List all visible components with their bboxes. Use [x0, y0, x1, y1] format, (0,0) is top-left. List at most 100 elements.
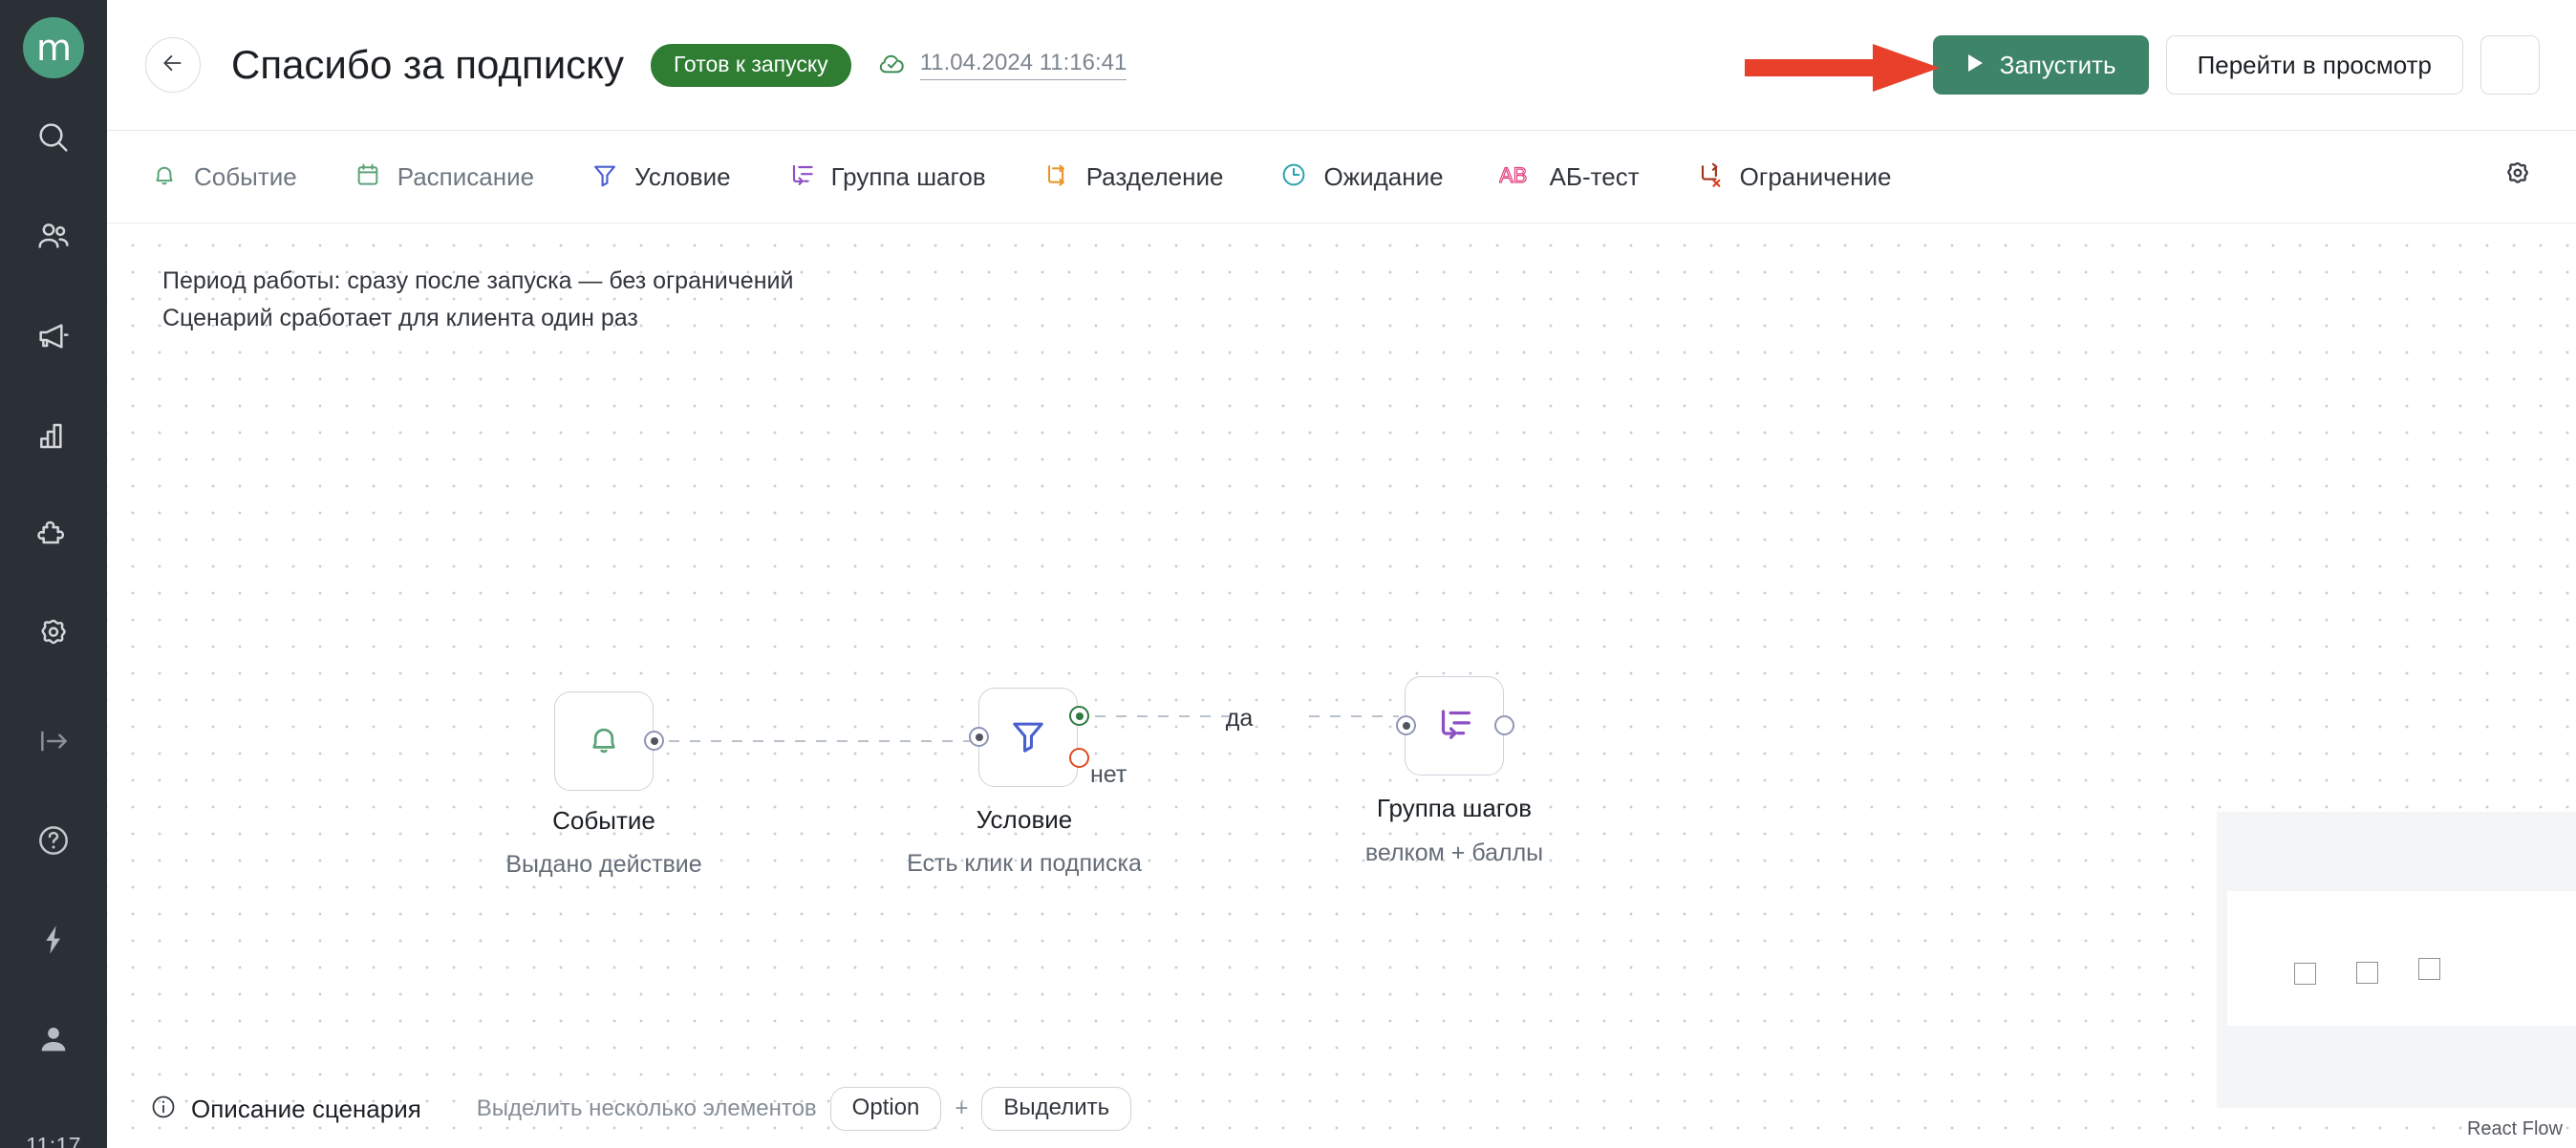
saved-status: 11.04.2024 11:16:41 [876, 47, 1127, 84]
tool-condition[interactable]: Условие [590, 159, 731, 195]
gear-icon [2501, 159, 2534, 196]
multiselect-hint-text: Выделить несколько элементов [476, 1095, 817, 1121]
preview-button-label: Перейти в просмотр [2197, 50, 2432, 79]
sidebar-item-contacts[interactable] [21, 204, 86, 269]
tool-split-label: Разделение [1085, 161, 1224, 191]
app-logo[interactable]: m [23, 17, 84, 78]
sidebar-item-settings[interactable] [21, 602, 86, 667]
step-group-icon [786, 159, 817, 195]
minimap-node [2418, 958, 2440, 980]
minimap-viewport[interactable] [2227, 891, 2576, 1026]
ab-test-icon: AB [1498, 160, 1535, 194]
funnel-icon [590, 159, 620, 195]
run-button[interactable]: Запустить [1932, 35, 2149, 95]
minimap-node [2356, 962, 2378, 984]
profile-icon [34, 1020, 73, 1058]
clock-icon [1278, 159, 1309, 195]
sidebar-item-analytics[interactable] [21, 403, 86, 468]
left-sidebar: m 11:17 [0, 0, 107, 1148]
page-header: Спасибо за подписку Готов к запуску 11.0… [107, 0, 2576, 130]
node-step-group-title: Группа шагов [1376, 794, 1533, 822]
minimap[interactable] [2217, 812, 2576, 1108]
sidebar-primary-nav [21, 105, 86, 701]
key-option[interactable]: Option [829, 1087, 942, 1131]
scenario-builder-app: m 11:17 Спасибо за подписку Готов к запу… [0, 0, 2576, 1148]
node-condition[interactable] [978, 688, 1078, 787]
edge-label-yes: да [1225, 705, 1254, 732]
sidebar-item-integrations[interactable] [21, 502, 86, 567]
tool-event[interactable]: Событие [149, 159, 297, 195]
bell-icon [583, 718, 625, 765]
flow-edges [669, 715, 1399, 742]
node-condition-output-no-handle[interactable] [1069, 748, 1089, 768]
tool-wait[interactable]: Ожидание [1278, 159, 1444, 195]
canvas-settings-button[interactable] [2492, 151, 2544, 202]
info-icon [149, 1093, 178, 1126]
tool-ab-test[interactable]: AB АБ-тест [1498, 160, 1640, 194]
tool-split[interactable]: Разделение [1041, 159, 1224, 195]
tool-restriction-label: Ограничение [1739, 161, 1892, 191]
status-badge: Готов к запуску [651, 43, 851, 87]
more-menu-button[interactable] [2480, 35, 2540, 95]
collapse-icon [34, 722, 73, 760]
minimap-node [2294, 963, 2316, 985]
node-event[interactable] [554, 691, 654, 791]
page-title: Спасибо за подписку [231, 42, 624, 87]
search-icon [34, 118, 73, 157]
tool-wait-label: Ожидание [1323, 161, 1444, 191]
sidebar-secondary-nav [21, 709, 86, 1106]
node-palette-toolbar: Событие Расписание Условие Группа шагов … [107, 130, 2576, 223]
node-condition-output-yes-handle[interactable] [1069, 706, 1089, 726]
help-icon [34, 821, 73, 860]
multiselect-hint: Выделить несколько элементов Option + Вы… [476, 1087, 1132, 1131]
preview-button[interactable]: Перейти в просмотр [2165, 35, 2463, 95]
scenario-description-label: Описание сценария [191, 1094, 421, 1123]
node-condition-input-handle[interactable] [969, 727, 989, 747]
sidebar-item-automation[interactable] [21, 907, 86, 972]
sidebar-item-search[interactable] [21, 105, 86, 170]
canvas-bottom-bar: Описание сценария Выделить несколько эле… [107, 1070, 2576, 1148]
svg-text:AB: AB [1499, 163, 1527, 187]
key-select[interactable]: Выделить [981, 1087, 1132, 1131]
app-logo-letter: m [35, 27, 72, 69]
calendar-icon [353, 159, 383, 195]
node-step-group-input-handle[interactable] [1396, 715, 1416, 735]
scenario-description-button[interactable]: Описание сценария [149, 1093, 421, 1126]
automation-icon [34, 921, 73, 959]
arrow-left-icon [161, 51, 185, 80]
tool-ab-test-label: АБ-тест [1549, 161, 1640, 191]
contacts-icon [34, 218, 73, 256]
tool-step-group[interactable]: Группа шагов [786, 159, 986, 195]
node-condition-title: Условие [976, 805, 1073, 834]
sidebar-item-campaigns[interactable] [21, 304, 86, 369]
tool-step-group-label: Группа шагов [830, 161, 986, 191]
campaigns-icon [34, 317, 73, 355]
flow-graph: Событие Выдано действие да нет Условие Е… [107, 223, 2576, 1148]
run-button-label: Запустить [1999, 50, 2116, 79]
tool-schedule-label: Расписание [397, 161, 535, 191]
saved-timestamp[interactable]: 11.04.2024 11:16:41 [919, 50, 1127, 80]
edge-label-no: нет [1090, 761, 1127, 788]
node-event-output-handle[interactable] [644, 731, 664, 751]
play-icon [1965, 51, 1985, 80]
tool-event-label: Событие [194, 161, 297, 191]
node-step-group[interactable] [1405, 676, 1504, 776]
node-step-group-output-handle[interactable] [1494, 715, 1514, 735]
tool-restriction[interactable]: Ограничение [1695, 159, 1892, 195]
flow-canvas[interactable]: Период работы: сразу после запуска — без… [107, 223, 2576, 1148]
back-button[interactable] [145, 37, 201, 93]
analytics-icon [34, 416, 73, 455]
node-step-group-subtitle: велком + баллы [1364, 840, 1544, 866]
key-plus: + [955, 1095, 969, 1121]
tool-schedule[interactable]: Расписание [353, 159, 534, 195]
node-event-subtitle: Выдано действие [505, 851, 702, 878]
bell-icon [149, 159, 180, 195]
annotation-arrow [1743, 42, 1945, 92]
restriction-icon [1695, 159, 1726, 195]
react-flow-attribution[interactable]: React Flow [2467, 1118, 2563, 1140]
sidebar-item-profile[interactable] [21, 1007, 86, 1072]
sidebar-item-collapse[interactable] [21, 709, 86, 774]
sidebar-item-help[interactable] [21, 808, 86, 873]
node-event-title: Событие [552, 806, 655, 835]
integrations-icon [34, 516, 73, 554]
